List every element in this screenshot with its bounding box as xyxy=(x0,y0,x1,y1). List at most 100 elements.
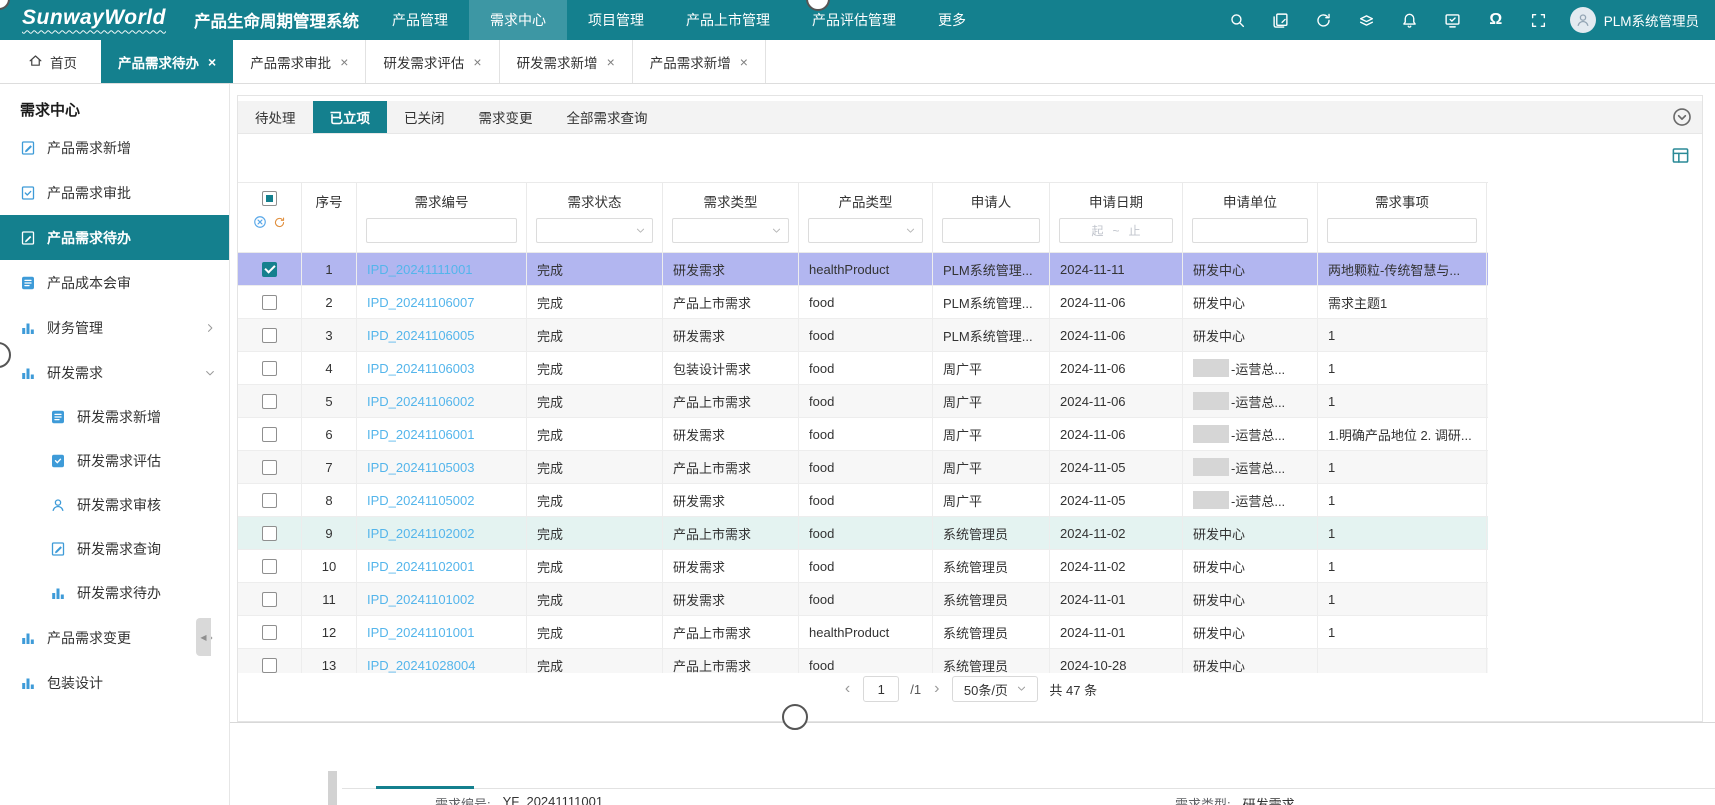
requirement-link[interactable]: IPD_20241106003 xyxy=(367,361,474,376)
cell-code[interactable]: IPD_20241106005 xyxy=(357,319,527,351)
sidebar-item-5-2[interactable]: 研发需求审核 xyxy=(0,483,229,527)
layers-icon[interactable] xyxy=(1358,11,1376,29)
sidebar-item-5[interactable]: 研发需求 xyxy=(0,350,229,395)
sidebar-item-3[interactable]: 产品成本会审 xyxy=(0,260,229,305)
row-checkbox[interactable] xyxy=(262,592,277,607)
splitter-handle[interactable] xyxy=(782,704,808,730)
table-row[interactable]: 13IPD_20241028004完成产品上市需求food系统管理员2024-1… xyxy=(238,649,1488,673)
close-tab-icon[interactable]: × xyxy=(208,54,216,70)
open-tab-0[interactable]: 产品需求待办× xyxy=(101,40,233,83)
row-checkbox[interactable] xyxy=(262,394,277,409)
monitor-check-icon[interactable] xyxy=(1444,11,1462,29)
bell-icon[interactable] xyxy=(1401,11,1419,29)
sidebar-item-5-4[interactable]: 研发需求待办 xyxy=(0,571,229,615)
page-number-input[interactable]: 1 xyxy=(863,676,899,702)
requirement-link[interactable]: IPD_20241105002 xyxy=(367,493,474,508)
sidebar-item-5-0[interactable]: 研发需求新增 xyxy=(0,395,229,439)
reset-filter-icon[interactable] xyxy=(273,216,286,229)
sidebar-item-5-3[interactable]: 研发需求查询 xyxy=(0,527,229,571)
top-menu-item-3[interactable]: 产品上市管理 xyxy=(665,0,791,40)
filter-status[interactable] xyxy=(536,218,653,243)
requirement-link[interactable]: IPD_20241106005 xyxy=(367,328,474,343)
requirement-link[interactable]: IPD_20241111001 xyxy=(367,262,473,277)
cell-code[interactable]: IPD_20241106001 xyxy=(357,418,527,450)
table-row[interactable]: 4IPD_20241106003完成包装设计需求food周广平2024-11-0… xyxy=(238,352,1488,385)
refresh-icon[interactable] xyxy=(1315,11,1333,29)
table-row[interactable]: 9IPD_20241102002完成产品上市需求food系统管理员2024-11… xyxy=(238,517,1488,550)
filter-type[interactable] xyxy=(672,218,789,243)
select-all-checkbox[interactable] xyxy=(262,191,277,206)
page-size-select[interactable]: 50条/页 xyxy=(952,676,1038,702)
sidebar-item-2[interactable]: 产品需求待办 xyxy=(0,215,229,260)
cell-code[interactable]: IPD_20241111001 xyxy=(357,253,527,285)
sidebar-item-5-1[interactable]: 研发需求评估 xyxy=(0,439,229,483)
cell-code[interactable]: IPD_20241105002 xyxy=(357,484,527,516)
cell-code[interactable]: IPD_20241101002 xyxy=(357,583,527,615)
sidebar-item-1[interactable]: 产品需求审批 xyxy=(0,170,229,215)
row-checkbox[interactable] xyxy=(262,493,277,508)
clipboard-icon[interactable] xyxy=(1272,11,1290,29)
row-checkbox[interactable] xyxy=(262,658,277,673)
collapse-panel-icon[interactable] xyxy=(1672,107,1692,127)
omega-icon[interactable]: Ω xyxy=(1487,11,1505,29)
table-row[interactable]: 11IPD_20241101002完成研发需求food系统管理员2024-11-… xyxy=(238,583,1488,616)
row-checkbox[interactable] xyxy=(262,625,277,640)
search-icon[interactable] xyxy=(1229,11,1247,29)
status-tab-0[interactable]: 待处理 xyxy=(238,101,313,133)
open-tab-2[interactable]: 研发需求评估× xyxy=(366,40,499,83)
cell-code[interactable]: IPD_20241028004 xyxy=(357,649,527,673)
row-checkbox[interactable] xyxy=(262,460,277,475)
table-row[interactable]: 5IPD_20241106002完成产品上市需求food周广平2024-11-0… xyxy=(238,385,1488,418)
row-checkbox[interactable] xyxy=(262,328,277,343)
requirement-link[interactable]: IPD_20241102002 xyxy=(367,526,474,541)
filter-code[interactable] xyxy=(366,218,517,243)
requirement-link[interactable]: IPD_20241106007 xyxy=(367,295,474,310)
top-menu-item-1[interactable]: 需求中心 xyxy=(469,0,567,40)
tab-home[interactable]: 首页 xyxy=(0,40,101,83)
clear-selection-icon[interactable] xyxy=(253,215,267,229)
cell-code[interactable]: IPD_20241106003 xyxy=(357,352,527,384)
cell-code[interactable]: IPD_20241102001 xyxy=(357,550,527,582)
status-tab-2[interactable]: 已关闭 xyxy=(387,101,462,133)
row-checkbox[interactable] xyxy=(262,295,277,310)
open-tab-4[interactable]: 产品需求新增× xyxy=(633,40,766,83)
fullscreen-icon[interactable] xyxy=(1530,11,1548,29)
filter-unit[interactable] xyxy=(1192,218,1308,243)
row-checkbox[interactable] xyxy=(262,526,277,541)
status-tab-1[interactable]: 已立项 xyxy=(313,101,388,133)
top-menu-item-5[interactable]: 更多 xyxy=(917,0,987,40)
requirement-link[interactable]: IPD_20241106001 xyxy=(367,427,474,442)
sidebar-item-6[interactable]: 产品需求变更 xyxy=(0,615,229,660)
table-row[interactable]: 7IPD_20241105003完成产品上市需求food周广平2024-11-0… xyxy=(238,451,1488,484)
table-row[interactable]: 10IPD_20241102001完成研发需求food系统管理员2024-11-… xyxy=(238,550,1488,583)
requirement-link[interactable]: IPD_20241105003 xyxy=(367,460,474,475)
table-row[interactable]: 12IPD_20241101001完成产品上市需求healthProduct系统… xyxy=(238,616,1488,649)
open-tab-3[interactable]: 研发需求新增× xyxy=(500,40,633,83)
table-row[interactable]: 1IPD_20241111001完成研发需求healthProductPLM系统… xyxy=(238,253,1488,286)
filter-product[interactable] xyxy=(808,218,923,243)
requirement-link[interactable]: IPD_20241101001 xyxy=(367,625,474,640)
cell-code[interactable]: IPD_20241102002 xyxy=(357,517,527,549)
sidebar-item-7[interactable]: 包装设计 xyxy=(0,660,229,705)
requirement-link[interactable]: IPD_20241106002 xyxy=(367,394,474,409)
close-tab-icon[interactable]: × xyxy=(340,54,348,70)
row-checkbox[interactable] xyxy=(262,361,277,376)
filter-applicant[interactable] xyxy=(942,218,1040,243)
status-tab-3[interactable]: 需求变更 xyxy=(462,101,550,133)
column-settings-icon[interactable] xyxy=(1671,146,1691,166)
close-tab-icon[interactable]: × xyxy=(473,54,481,70)
sidebar-item-0[interactable]: 产品需求新增 xyxy=(0,125,229,170)
row-checkbox[interactable] xyxy=(262,262,277,277)
sidebar-collapse-handle[interactable]: ◀ xyxy=(196,618,211,656)
requirement-link[interactable]: IPD_20241102001 xyxy=(367,559,474,574)
prev-page-button[interactable]: ‹ xyxy=(843,680,852,698)
close-tab-icon[interactable]: × xyxy=(740,54,748,70)
next-page-button[interactable]: › xyxy=(932,680,941,698)
cell-code[interactable]: IPD_20241105003 xyxy=(357,451,527,483)
close-tab-icon[interactable]: × xyxy=(607,54,615,70)
table-row[interactable]: 2IPD_20241106007完成产品上市需求foodPLM系统管理...20… xyxy=(238,286,1488,319)
filter-date[interactable]: 起~止 xyxy=(1059,218,1173,243)
table-row[interactable]: 8IPD_20241105002完成研发需求food周广平2024-11-05-… xyxy=(238,484,1488,517)
table-row[interactable]: 3IPD_20241106005完成研发需求foodPLM系统管理...2024… xyxy=(238,319,1488,352)
row-checkbox[interactable] xyxy=(262,427,277,442)
